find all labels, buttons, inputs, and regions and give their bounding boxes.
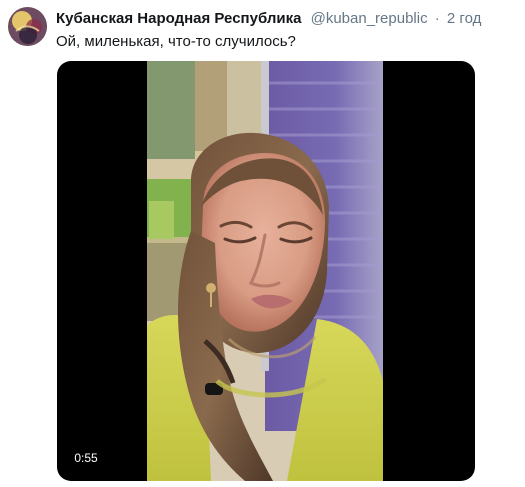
username[interactable]: @kuban_republic xyxy=(311,10,428,27)
video-player[interactable]: 0:55 xyxy=(57,61,475,481)
video-frame xyxy=(147,61,383,481)
timestamp[interactable]: 2 год xyxy=(447,10,481,27)
profile-avatar-image xyxy=(8,7,47,46)
video-thumbnail xyxy=(147,61,383,481)
display-name[interactable]: Кубанская Народная Республика xyxy=(56,10,301,27)
tweet-text: Ой, миленькая, что-то случилось? xyxy=(56,33,296,50)
tweet-header: Кубанская Народная Республика @kuban_rep… xyxy=(56,8,516,30)
profile-avatar-icon[interactable] xyxy=(8,7,47,46)
separator-dot: · xyxy=(434,10,440,27)
tweet-card: Кубанская Народная Республика @kuban_rep… xyxy=(0,0,525,487)
video-duration-badge: 0:55 xyxy=(69,448,103,468)
